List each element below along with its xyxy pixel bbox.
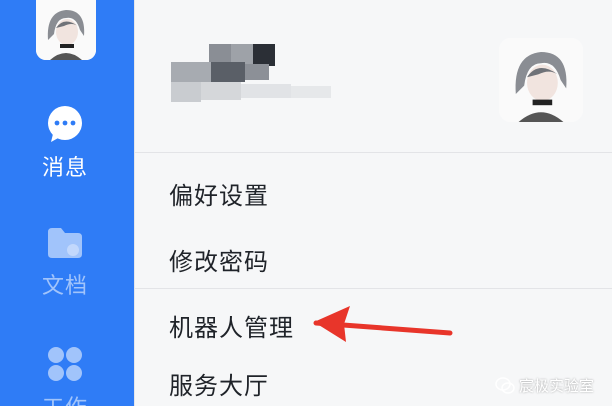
menu-item-robot-management[interactable]: 机器人管理 [169, 308, 294, 343]
sidebar-avatar[interactable] [36, 0, 96, 60]
profile-avatar[interactable] [499, 38, 583, 122]
sidebar: 消息 文档 工作 [0, 0, 134, 406]
folder-icon [48, 228, 82, 258]
watermark-text: 宸极实验室 [518, 377, 594, 395]
sidebar-item-docs[interactable]: 文档 [0, 224, 130, 300]
sidebar-item-messages[interactable]: 消息 [0, 104, 130, 182]
sidebar-item-work[interactable]: 工作 [0, 344, 130, 406]
watermark: 宸极实验室 [495, 375, 594, 396]
divider [135, 288, 612, 289]
grid-icon [48, 347, 82, 381]
avatar-illustration-icon [36, 0, 96, 60]
avatar-illustration-icon [499, 38, 583, 122]
sidebar-item-label: 消息 [41, 156, 88, 181]
chat-bubble-icon [48, 106, 82, 142]
annotation-arrow-icon [313, 306, 453, 342]
redacted-username [171, 40, 351, 110]
menu-item-service-hall[interactable]: 服务大厅 [169, 366, 269, 401]
sidebar-item-label: 文档 [41, 274, 88, 299]
profile-header [135, 0, 612, 152]
divider [135, 152, 612, 153]
wechat-icon [495, 376, 515, 394]
menu-item-change-password[interactable]: 修改密码 [169, 242, 269, 277]
sidebar-item-label: 工作 [0, 390, 130, 406]
menu-item-preferences[interactable]: 偏好设置 [169, 176, 269, 211]
